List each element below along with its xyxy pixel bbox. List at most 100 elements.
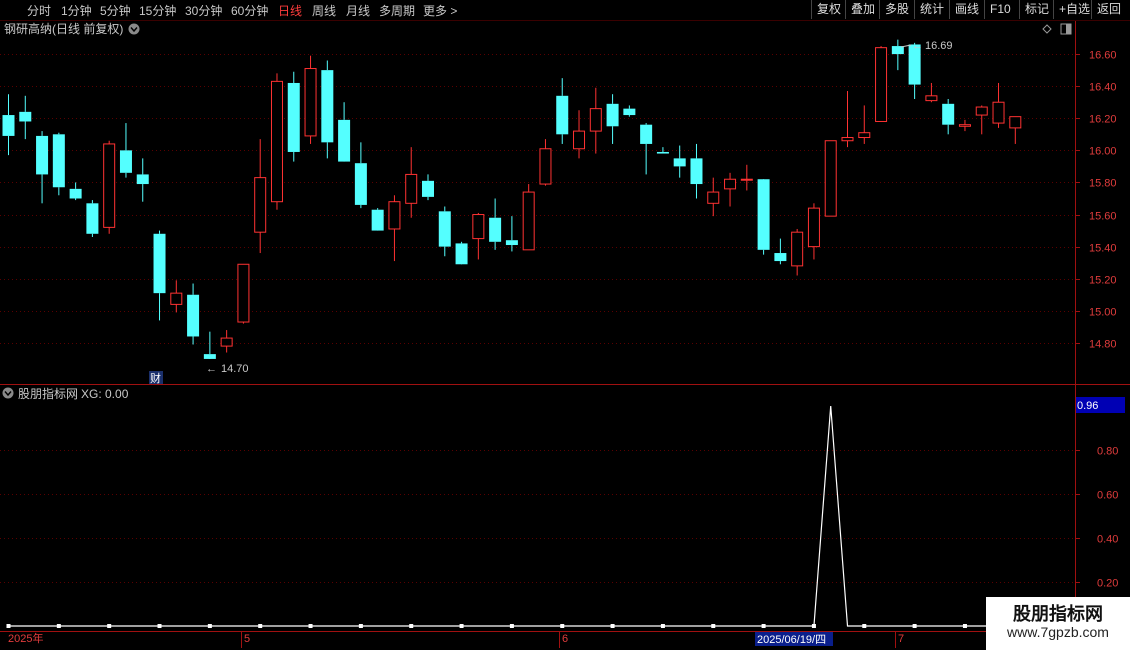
- candlestick[interactable]: [690, 143, 703, 199]
- candlestick[interactable]: [19, 95, 32, 140]
- candlestick[interactable]: [36, 131, 49, 204]
- candlestick[interactable]: [673, 145, 686, 178]
- candlestick[interactable]: [707, 177, 720, 217]
- xg-point: [862, 624, 867, 628]
- candlestick[interactable]: [623, 105, 636, 117]
- candlestick[interactable]: [724, 172, 737, 207]
- candlestick[interactable]: [153, 230, 166, 321]
- candlestick[interactable]: [86, 200, 99, 237]
- candlestick[interactable]: [656, 147, 669, 154]
- candlestick[interactable]: [422, 174, 434, 201]
- candle-body: [103, 143, 116, 228]
- candlestick[interactable]: [791, 228, 804, 276]
- candlestick[interactable]: [858, 105, 871, 144]
- xg-point: [409, 624, 414, 628]
- candlestick[interactable]: [405, 147, 418, 218]
- candlestick[interactable]: [304, 55, 317, 144]
- kline-chart[interactable]: 16.60 16.40 16.20 16.00 15.80 15.60 15.40 15.20…: [0, 0, 1130, 650]
- svg-text:16.69: 16.69: [925, 40, 953, 52]
- xg-point: [761, 624, 766, 628]
- cai-badge[interactable]: 财: [150, 371, 161, 385]
- candlestick[interactable]: [254, 139, 267, 254]
- candlestick[interactable]: [455, 241, 468, 265]
- candlestick[interactable]: [1009, 116, 1022, 144]
- xg-point: [6, 624, 11, 628]
- price-tick-label: 15.80: [1089, 178, 1117, 190]
- candle-body: [958, 124, 971, 127]
- indicator-line: [6, 405, 1018, 628]
- xg-point: [811, 624, 816, 628]
- candle-body: [539, 148, 552, 185]
- candle-body: [237, 263, 250, 323]
- svg-text:←: ←: [912, 40, 923, 52]
- candlestick[interactable]: [69, 182, 82, 201]
- xg-point: [962, 624, 967, 628]
- candle-body: [422, 180, 434, 197]
- candle-body: [807, 207, 820, 248]
- candlestick[interactable]: [640, 123, 653, 175]
- candlestick[interactable]: [875, 46, 888, 122]
- candle-body: [187, 294, 200, 337]
- candlestick[interactable]: [539, 139, 552, 186]
- candlestick[interactable]: [925, 82, 938, 103]
- date-label-jul: 7: [898, 633, 904, 645]
- price-tick-label: 16.00: [1089, 146, 1117, 158]
- candlestick[interactable]: [841, 90, 854, 148]
- candlestick[interactable]: [606, 94, 619, 144]
- candlestick[interactable]: [287, 71, 300, 162]
- candlestick[interactable]: [119, 123, 132, 178]
- candlestick[interactable]: [220, 330, 233, 353]
- candle-body: [472, 214, 485, 240]
- candle-body: [841, 137, 854, 142]
- candlestick[interactable]: [757, 179, 770, 255]
- candlestick[interactable]: [237, 263, 250, 324]
- candle-body: [824, 140, 837, 217]
- candlestick[interactable]: [371, 208, 384, 231]
- candle-body: [1009, 116, 1022, 129]
- candlestick[interactable]: [187, 283, 200, 345]
- candlestick[interactable]: [203, 331, 216, 359]
- indicator-tick-label: 0.60: [1097, 490, 1118, 502]
- candlestick[interactable]: [2, 94, 15, 156]
- candlestick[interactable]: [388, 195, 401, 262]
- candlestick[interactable]: [807, 203, 820, 260]
- candlestick[interactable]: [489, 198, 502, 250]
- candle-body: [270, 80, 283, 203]
- candle-body: [975, 106, 988, 116]
- candle-body: [371, 209, 384, 231]
- xg-point: [509, 624, 514, 628]
- candlestick[interactable]: [958, 119, 971, 132]
- watermark: 股朋指标网 www.7gpzb.com: [986, 597, 1130, 650]
- candlestick[interactable]: [354, 142, 367, 209]
- candlestick[interactable]: [52, 132, 65, 196]
- candlestick[interactable]: [438, 206, 451, 257]
- candlestick[interactable]: [740, 164, 753, 191]
- candlestick[interactable]: [472, 212, 485, 260]
- candle-body: [858, 132, 871, 139]
- candlestick[interactable]: [824, 140, 837, 217]
- candlestick[interactable]: [942, 99, 955, 135]
- candlestick[interactable]: [992, 82, 1005, 128]
- candlestick[interactable]: [136, 158, 149, 202]
- chevron-down-icon[interactable]: [128, 23, 140, 35]
- candlestick[interactable]: [589, 87, 602, 154]
- candlestick[interactable]: [338, 102, 351, 162]
- diamond-icon[interactable]: [1042, 24, 1052, 34]
- price-tick-label: 16.20: [1089, 114, 1117, 126]
- candle-body: [321, 70, 334, 143]
- candlestick[interactable]: [270, 73, 283, 210]
- candlestick[interactable]: [774, 238, 787, 265]
- candlestick[interactable]: [573, 110, 586, 159]
- candle-body: [992, 101, 1005, 124]
- candle-body: [438, 211, 451, 247]
- candlestick[interactable]: [522, 184, 535, 251]
- candlestick[interactable]: [321, 60, 334, 159]
- candlestick[interactable]: [103, 140, 116, 234]
- candlestick[interactable]: [505, 216, 518, 252]
- candlestick[interactable]: [891, 39, 904, 71]
- xg-point: [308, 624, 313, 628]
- candlestick[interactable]: [556, 78, 569, 144]
- chevron-down-icon[interactable]: [2, 387, 14, 399]
- candlestick[interactable]: [975, 105, 988, 135]
- candlestick[interactable]: [170, 280, 183, 313]
